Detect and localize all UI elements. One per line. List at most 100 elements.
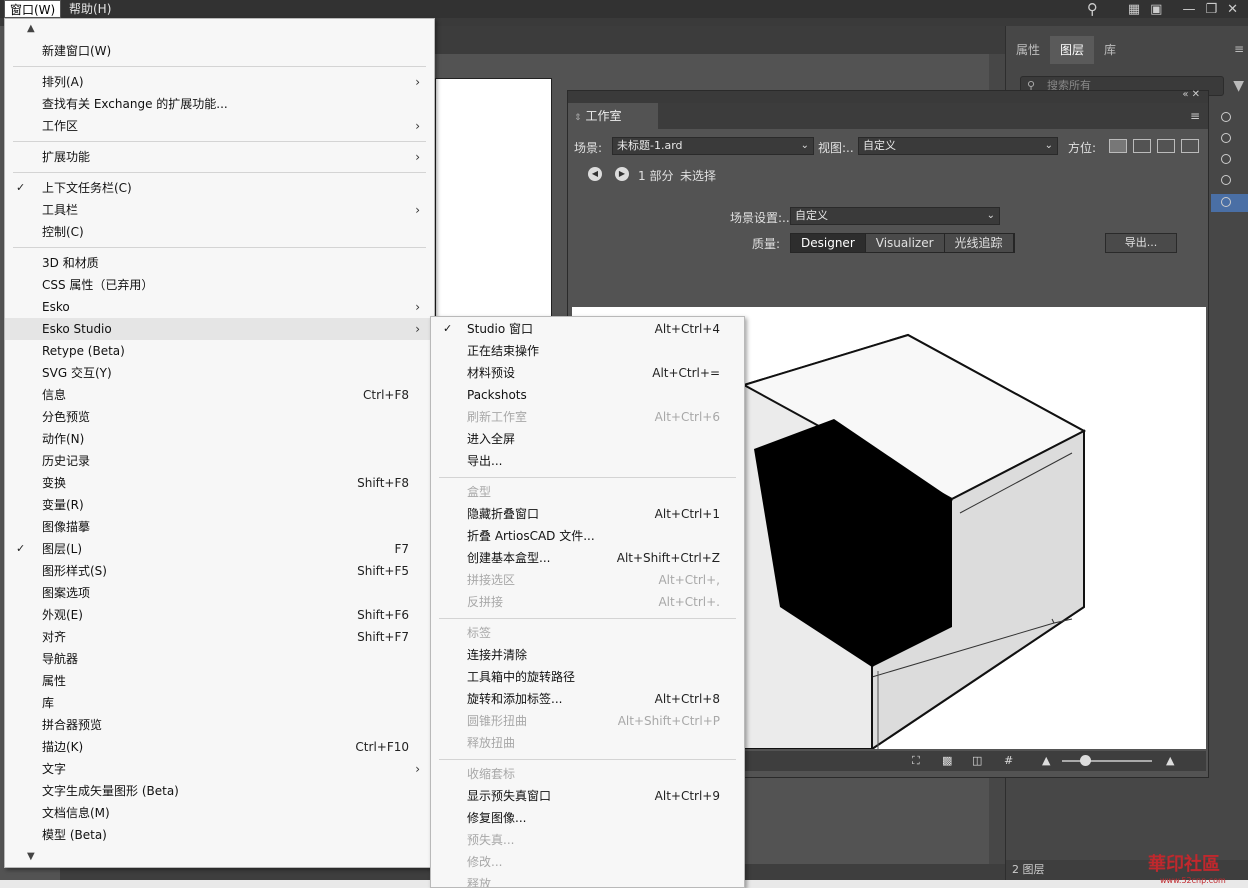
menu-item-variables[interactable]: 变量(R) xyxy=(5,494,434,516)
studio-menu-icon[interactable]: ≡ xyxy=(1190,109,1200,123)
menu-item-graphic-styles[interactable]: 图形样式(S) Shift+F5 xyxy=(5,560,434,582)
quality-visualizer-button[interactable]: Visualizer xyxy=(865,234,945,252)
menu-item-separations-preview[interactable]: 分色预览 xyxy=(5,406,434,428)
previous-icon[interactable]: ◀ xyxy=(588,167,602,181)
zoom-slider-thumb[interactable] xyxy=(1080,755,1091,766)
layer-target-icon[interactable] xyxy=(1221,154,1231,164)
menu-item-css-properties[interactable]: CSS 属性（已弃用） xyxy=(5,274,434,296)
scene-select[interactable]: 未标题-1.ard ⌄ xyxy=(612,137,814,155)
next-icon[interactable]: ▶ xyxy=(615,167,629,181)
menu-item-history[interactable]: 历史记录 xyxy=(5,450,434,472)
filter-icon[interactable]: ▼ xyxy=(1233,78,1244,94)
position-front-icon[interactable] xyxy=(1109,139,1127,153)
arrange-documents-icon[interactable]: ▦ xyxy=(1128,2,1140,17)
menu-item-arrange[interactable]: 排列(A) › xyxy=(5,71,434,93)
panel-menu-icon[interactable]: ≡ xyxy=(1234,42,1244,56)
submenu-item-conical-distort: 圆锥形扭曲 Alt+Shift+Ctrl+P xyxy=(467,714,720,728)
layer-target-icon[interactable] xyxy=(1221,133,1231,143)
menu-item-appearance[interactable]: 外观(E) Shift+F6 xyxy=(5,604,434,626)
fit-view-icon[interactable]: ⛶ xyxy=(912,754,920,768)
submenu-item-create-basic-shape[interactable]: 创建基本盒型... Alt+Shift+Ctrl+Z xyxy=(431,547,744,569)
chevron-down-icon: ⌄ xyxy=(1044,140,1053,151)
submenu-item-join-clean[interactable]: 连接并清除 xyxy=(431,644,744,666)
layer-target-icon[interactable] xyxy=(1221,175,1231,185)
menu-item-flattener-preview[interactable]: 拼合器预览 xyxy=(5,714,434,736)
zoom-out-icon[interactable]: ▲ xyxy=(1042,754,1050,767)
menu-item-esko-studio[interactable]: Esko Studio › xyxy=(5,318,434,340)
submenu-item-material-presets[interactable]: 材料预设 Alt+Ctrl+= xyxy=(431,362,744,384)
grid-icon[interactable]: # xyxy=(1004,754,1013,767)
studio-tab[interactable]: ⇕ 工作室 xyxy=(568,103,658,129)
menu-item-type[interactable]: 文字 › xyxy=(5,758,434,780)
submenu-item-repair-image[interactable]: 修复图像... xyxy=(431,807,744,829)
zoom-in-icon[interactable]: ▲ xyxy=(1166,754,1174,767)
tab-layers[interactable]: 图层 xyxy=(1050,36,1095,64)
scene-settings-select[interactable]: 自定义 ⌄ xyxy=(790,207,1000,225)
position-side-icon[interactable] xyxy=(1133,139,1151,153)
position-top-icon[interactable] xyxy=(1157,139,1175,153)
menu-scroll-up-icon[interactable]: ▲ xyxy=(27,23,35,34)
menu-item-control[interactable]: 控制(C) xyxy=(5,221,434,243)
submenu-item-fullscreen[interactable]: 进入全屏 xyxy=(431,428,744,450)
menu-item-image-trace[interactable]: 图像描摹 xyxy=(5,516,434,538)
menu-window[interactable]: 窗口(W) xyxy=(4,0,62,18)
menu-item-layers[interactable]: ✓ 图层(L) F7 xyxy=(5,538,434,560)
menu-item-actions[interactable]: 动作(N) xyxy=(5,428,434,450)
collapse-panel-icon[interactable]: « ✕ xyxy=(1182,89,1200,100)
restore-icon[interactable]: ❐ xyxy=(1205,2,1217,17)
submenu-item-fold-artioscad[interactable]: 折叠 ArtiosCAD 文件... xyxy=(431,525,744,547)
submenu-item-revolve-add-label[interactable]: 旋转和添加标签... Alt+Ctrl+8 xyxy=(431,688,744,710)
submenu-item-finishing[interactable]: 正在结束操作 xyxy=(431,340,744,362)
quality-designer-button[interactable]: Designer xyxy=(791,234,866,252)
close-icon[interactable]: ✕ xyxy=(1227,2,1238,17)
menu-item-retype[interactable]: Retype (Beta) xyxy=(5,340,434,362)
position-back-icon[interactable] xyxy=(1181,139,1199,153)
menu-item-stroke[interactable]: 描边(K) Ctrl+F10 xyxy=(5,736,434,758)
menu-item-properties[interactable]: 属性 xyxy=(5,670,434,692)
submenu-item-studio-window[interactable]: ✓ Studio 窗口 Alt+Ctrl+4 xyxy=(431,318,744,340)
menu-scroll-down-icon[interactable]: ▼ xyxy=(27,851,35,862)
menu-item-contextual-taskbar[interactable]: ✓ 上下文任务栏(C) xyxy=(5,177,434,199)
menu-item-libraries[interactable]: 库 xyxy=(5,692,434,714)
submenu-item-packshots[interactable]: Packshots xyxy=(431,384,744,406)
chevron-right-icon: › xyxy=(415,322,420,336)
studio-title: 工作室 xyxy=(585,109,622,123)
quality-raytrace-button[interactable]: 光线追踪 xyxy=(944,234,1014,252)
menu-item-transform[interactable]: 变换 Shift+F8 xyxy=(5,472,434,494)
artboard[interactable] xyxy=(435,78,552,318)
menu-item-3d-materials[interactable]: 3D 和材质 xyxy=(5,252,434,274)
tab-libraries[interactable]: 库 xyxy=(1094,36,1126,64)
view-select[interactable]: 自定义 ⌄ xyxy=(858,137,1058,155)
zoom-slider[interactable] xyxy=(1062,760,1152,762)
menu-item-info[interactable]: 信息 Ctrl+F8 xyxy=(5,384,434,406)
screen-mode-icon[interactable]: ▣ xyxy=(1150,2,1162,17)
checker-icon[interactable]: ▩ xyxy=(942,754,952,767)
menu-item-toolbars[interactable]: 工具栏 › xyxy=(5,199,434,221)
search-icon[interactable]: ⚲ xyxy=(1087,0,1098,18)
menu-help[interactable]: 帮助(H) xyxy=(64,0,116,18)
submenu-item-export[interactable]: 导出... xyxy=(431,450,744,472)
menu-item-extensions[interactable]: 扩展功能 › xyxy=(5,146,434,168)
menu-item-new-window[interactable]: 新建窗口(W) xyxy=(5,40,434,62)
minimize-icon[interactable]: — xyxy=(1182,2,1195,17)
submenu-item-hide-fold-window[interactable]: 隐藏折叠窗口 Alt+Ctrl+1 xyxy=(431,503,744,525)
box-view-icon[interactable]: ◫ xyxy=(972,754,982,767)
layer-target-icon[interactable] xyxy=(1221,197,1231,207)
menu-item-mockup[interactable]: 模型 (Beta) xyxy=(5,824,434,846)
menu-item-workspace[interactable]: 工作区 › xyxy=(5,115,434,137)
selection-status: 未选择 xyxy=(680,169,717,183)
submenu-item-show-predistort-window[interactable]: 显示预失真窗口 Alt+Ctrl+9 xyxy=(431,785,744,807)
menu-item-esko[interactable]: Esko › xyxy=(5,296,434,318)
menu-item-text-to-vector[interactable]: 文字生成矢量图形 (Beta) xyxy=(5,780,434,802)
export-button[interactable]: 导出... xyxy=(1105,233,1177,253)
menu-item-navigator[interactable]: 导航器 xyxy=(5,648,434,670)
tab-properties[interactable]: 属性 xyxy=(1006,36,1050,64)
menu-item-pattern-options[interactable]: 图案选项 xyxy=(5,582,434,604)
menu-item-svg-interactivity[interactable]: SVG 交互(Y) xyxy=(5,362,434,384)
studio-panel-header[interactable]: « ✕ xyxy=(568,89,1208,103)
menu-item-document-info[interactable]: 文档信息(M) xyxy=(5,802,434,824)
layer-target-icon[interactable] xyxy=(1221,112,1231,122)
submenu-item-revolve-path[interactable]: 工具箱中的旋转路径 xyxy=(431,666,744,688)
menu-item-align[interactable]: 对齐 Shift+F7 xyxy=(5,626,434,648)
menu-item-find-extensions[interactable]: 查找有关 Exchange 的扩展功能... xyxy=(5,93,434,115)
